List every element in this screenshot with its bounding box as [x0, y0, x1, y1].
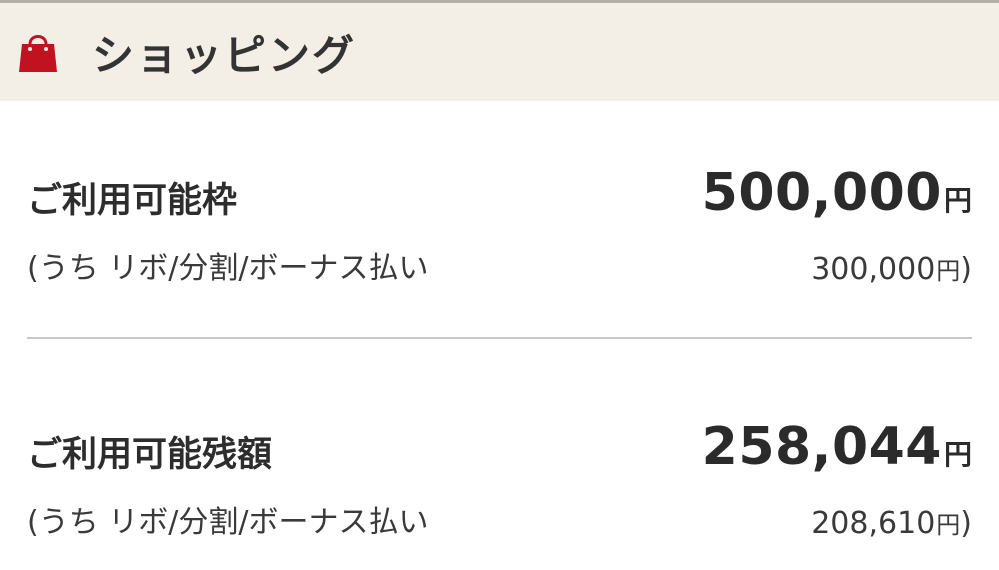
available-limit-amount: 500,000 円 [702, 163, 972, 223]
available-balance-sub-unit: 円 [936, 511, 961, 539]
available-balance-sub-label: (うち リボ/分割/ボーナス払い [27, 505, 429, 540]
available-limit-sub-unit: 円 [936, 257, 961, 285]
shopping-bag-icon [16, 30, 60, 74]
section-title: ショッピング [92, 30, 357, 80]
available-limit-sub-row: (うち リボ/分割/ボーナス払い 300,000 円 ) [27, 243, 972, 287]
available-balance-amount: 258,044 円 [702, 417, 972, 477]
available-limit-sub-close: ) [960, 252, 972, 287]
available-balance-row: ご利用可能残額 258,044 円 [27, 417, 972, 477]
available-limit-sub-label: (うち リボ/分割/ボーナス払い [27, 251, 429, 286]
section-header: ショッピング [0, 3, 999, 101]
credit-summary: ご利用可能枠 500,000 円 (うち リボ/分割/ボーナス払い 300,00… [0, 163, 999, 541]
available-balance-sub-row: (うち リボ/分割/ボーナス払い 208,610 円 ) [27, 497, 972, 541]
available-limit-sub-amount: 300,000 円 ) [811, 251, 972, 287]
divider [27, 337, 972, 339]
available-balance-sub-value: 208,610 [811, 506, 936, 541]
available-balance-unit: 円 [943, 438, 972, 471]
available-limit-unit: 円 [943, 184, 972, 217]
available-limit-label: ご利用可能枠 [27, 181, 238, 221]
available-balance-sub-close: ) [960, 506, 972, 541]
available-limit-row: ご利用可能枠 500,000 円 [27, 163, 972, 223]
available-limit-sub-value: 300,000 [811, 252, 936, 287]
available-limit-value: 500,000 [701, 163, 942, 223]
available-balance-value: 258,044 [701, 417, 942, 477]
available-balance-label: ご利用可能残額 [27, 435, 273, 475]
available-balance-sub-amount: 208,610 円 ) [811, 505, 972, 541]
